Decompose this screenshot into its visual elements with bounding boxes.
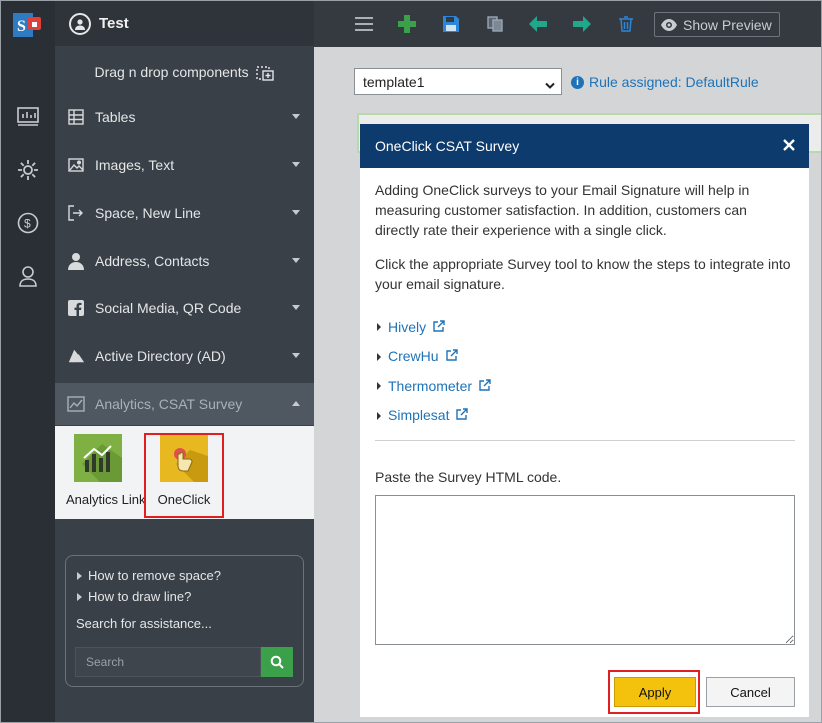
show-preview-button[interactable]: Show Preview: [654, 12, 780, 37]
analytics-link-icon: [74, 434, 122, 482]
drag-drop-heading: Drag n drop components: [55, 63, 314, 84]
facebook-icon: [67, 299, 85, 317]
chevron-down-icon: [292, 114, 300, 119]
search-icon: [270, 655, 284, 669]
show-preview-label: Show Preview: [683, 16, 772, 33]
search-button[interactable]: [261, 647, 293, 677]
analytics-link-tile[interactable]: Analytics Link: [66, 434, 146, 507]
survey-link-simplesat[interactable]: Simplesat: [375, 401, 795, 431]
billing-dollar-icon[interactable]: $: [15, 210, 41, 236]
arrow-left-icon[interactable]: [527, 13, 549, 35]
copy-icon[interactable]: [484, 13, 506, 35]
chevron-down-icon: [292, 210, 300, 215]
section-label: Active Directory (AD): [95, 348, 226, 364]
azure-icon: [67, 347, 85, 365]
eye-icon: [661, 18, 677, 31]
app-window: S $ Test Drag n drop components Tables I…: [0, 0, 822, 723]
external-link-icon: [479, 376, 491, 396]
chevron-down-icon: [545, 77, 555, 93]
section-analytics-csat[interactable]: Analytics, CSAT Survey: [55, 383, 314, 425]
external-link-icon: [456, 405, 469, 425]
survey-html-textarea[interactable]: [375, 495, 795, 645]
editor-area: Show Preview template1 i Rule assigned: …: [314, 1, 821, 722]
modal-divider: [375, 440, 795, 441]
survey-link-thermometer[interactable]: Thermometer: [375, 371, 795, 401]
help-search-input[interactable]: [75, 647, 261, 677]
table-icon: [67, 108, 85, 126]
intro-paragraph: Adding OneClick surveys to your Email Si…: [375, 182, 750, 238]
settings-gear-icon[interactable]: [15, 157, 41, 183]
dashboard-icon[interactable]: [15, 104, 41, 130]
tile-label: Analytics Link: [66, 492, 146, 507]
menu-hamburger-icon[interactable]: [353, 13, 375, 35]
external-link-icon: [445, 346, 458, 366]
help-search-bar: [75, 647, 294, 677]
chevron-down-icon: [292, 353, 300, 358]
save-floppy-icon[interactable]: [440, 13, 462, 35]
section-social-qr[interactable]: Social Media, QR Code: [55, 287, 314, 329]
oneclick-highlight-box: [144, 433, 224, 518]
external-link-icon: [433, 317, 445, 337]
user-profile-icon[interactable]: [15, 263, 41, 289]
section-label: Analytics, CSAT Survey: [95, 396, 243, 412]
icon-rail: S $: [1, 1, 55, 722]
modal-title: OneClick CSAT Survey: [375, 138, 520, 154]
signature-title: Test: [99, 15, 129, 32]
chevron-down-icon: [292, 258, 300, 263]
section-label: Tables: [95, 109, 136, 125]
help-link-remove-space[interactable]: How to remove space?: [76, 568, 293, 583]
chevron-down-icon: [292, 162, 300, 167]
contact-icon: [67, 252, 85, 270]
survey-link-hively[interactable]: Hively: [375, 312, 795, 342]
trash-icon[interactable]: [615, 13, 637, 35]
survey-link-crewhu[interactable]: CrewHu: [375, 342, 795, 372]
help-panel: How to remove space? How to draw line? S…: [65, 555, 304, 687]
section-label: Social Media, QR Code: [95, 300, 242, 316]
chevron-down-icon: [292, 305, 300, 310]
sidebar-header: Test: [55, 1, 314, 46]
help-search-label: Search for assistance...: [76, 616, 212, 631]
template-select[interactable]: template1: [354, 68, 562, 95]
app-logo-icon[interactable]: S: [13, 11, 43, 39]
editor-toolbar: Show Preview: [314, 1, 821, 47]
section-label: Images, Text: [95, 157, 175, 173]
section-address-contacts[interactable]: Address, Contacts: [55, 240, 314, 282]
section-label: Space, New Line: [95, 205, 201, 221]
components-sidebar: Test Drag n drop components Tables Image…: [55, 1, 314, 722]
rule-assigned-label: Rule assigned: DefaultRule: [589, 74, 759, 90]
space-icon: [67, 204, 85, 222]
oneclick-csat-modal: OneClick CSAT Survey Adding OneClick sur…: [360, 124, 809, 717]
instruction-paragraph: Click the appropriate Survey tool to kno…: [375, 256, 791, 292]
drag-drop-label: Drag n drop components: [94, 64, 249, 81]
modal-body: Adding OneClick surveys to your Email Si…: [360, 168, 809, 430]
apply-button[interactable]: Apply: [614, 677, 696, 707]
rule-assigned-link[interactable]: i Rule assigned: DefaultRule: [571, 74, 759, 90]
chevron-up-icon: [292, 401, 300, 406]
template-select-value: template1: [363, 73, 425, 90]
analytics-components-panel: Analytics Link OneClick: [55, 426, 314, 519]
cancel-button[interactable]: Cancel: [706, 677, 795, 707]
close-icon[interactable]: [779, 135, 799, 155]
help-link-draw-line[interactable]: How to draw line?: [76, 589, 293, 604]
section-label: Address, Contacts: [95, 253, 210, 269]
survey-link-label: Simplesat: [388, 407, 450, 424]
section-tables[interactable]: Tables: [55, 96, 314, 138]
survey-link-label: Hively: [388, 318, 427, 335]
section-images-text[interactable]: Images, Text: [55, 144, 314, 186]
paste-html-label: Paste the Survey HTML code.: [375, 469, 562, 485]
survey-link-label: Thermometer: [388, 377, 473, 394]
image-icon: [67, 156, 85, 174]
arrow-right-icon[interactable]: [571, 13, 593, 35]
svg-text:S: S: [17, 18, 26, 35]
survey-link-label: CrewHu: [388, 348, 439, 365]
account-icon[interactable]: [69, 12, 91, 35]
analytics-icon: [67, 395, 85, 413]
add-plus-icon[interactable]: [396, 13, 418, 35]
info-icon: i: [571, 75, 584, 89]
section-active-directory[interactable]: Active Directory (AD): [55, 335, 314, 377]
modal-header: OneClick CSAT Survey: [360, 124, 809, 168]
svg-text:$: $: [24, 217, 31, 231]
drag-drop-icon: [256, 63, 275, 84]
section-space-newline[interactable]: Space, New Line: [55, 192, 314, 234]
